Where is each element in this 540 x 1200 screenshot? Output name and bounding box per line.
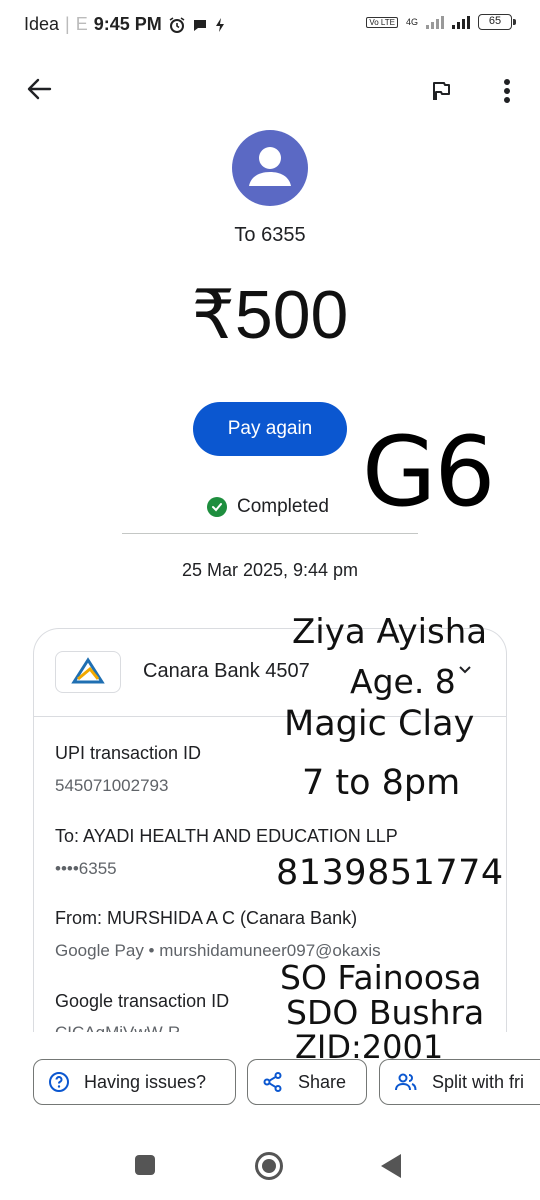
lightning-icon (215, 17, 224, 32)
volte-badge: Vo LTE (366, 16, 398, 28)
canara-bank-logo-icon (71, 657, 105, 684)
carrier-label: Idea (24, 14, 60, 34)
group-icon (395, 1073, 417, 1091)
upi-id-value[interactable]: 545071002793 (55, 776, 168, 796)
home-dot-icon (262, 1159, 276, 1173)
handwritten-phone: 8139851774 (276, 853, 504, 893)
help-circle-icon (49, 1072, 69, 1092)
more-vert-icon (504, 79, 510, 103)
signal-1-icon (426, 15, 444, 29)
pay-again-button[interactable]: Pay again (193, 402, 347, 456)
share-icon (263, 1072, 282, 1092)
transaction-datetime: 25 Mar 2025, 9:44 pm (181, 560, 359, 580)
payment-status: Completed (207, 496, 329, 518)
google-txn-label: Google transaction ID (55, 991, 230, 1011)
system-back-button[interactable] (381, 1154, 401, 1178)
handwritten-age: Age. 8 (350, 662, 456, 701)
status-divider (122, 533, 418, 534)
upi-id-label: UPI transaction ID (55, 743, 202, 763)
to-account-value: ••••6355 (55, 859, 117, 878)
recipient-label: To 6355 (234, 224, 306, 246)
flag-icon (433, 82, 450, 100)
alarm-icon (169, 16, 185, 33)
share-label: Share (298, 1071, 347, 1092)
arrow-left-icon (27, 78, 52, 100)
carrier-separator: | (65, 14, 70, 34)
google-txn-value[interactable]: CICAgMiVwW-R (55, 1022, 180, 1032)
more-options-button[interactable] (490, 74, 524, 108)
split-with-friends-button[interactable]: Split with fri (379, 1059, 540, 1105)
handwritten-sdo: SDO Bushra (286, 993, 485, 1032)
back-button[interactable] (22, 72, 56, 106)
carrier-extra: E (75, 14, 88, 34)
bank-account-name: Canara Bank 4507 (143, 660, 310, 682)
handwritten-name: Ziya Ayisha (292, 612, 488, 652)
having-issues-label: Having issues? (84, 1071, 207, 1092)
handwritten-code: G6 (362, 416, 495, 528)
split-label: Split with fri (432, 1071, 525, 1092)
check-circle-icon (207, 497, 227, 517)
status-bar-right: Vo LTE 4G 65 (366, 14, 516, 30)
status-text: Completed (237, 496, 329, 517)
home-button[interactable] (255, 1152, 283, 1180)
battery-icon: 65 (478, 14, 516, 30)
status-bar-left: Idea | E 9:45 PM (24, 14, 226, 35)
person-icon (249, 147, 291, 186)
chevron-down-icon (459, 666, 471, 674)
network-type: 4G (405, 16, 418, 27)
report-button[interactable] (424, 74, 458, 108)
chat-bubble-icon (193, 19, 206, 31)
expand-card-button[interactable] (456, 660, 474, 683)
having-issues-button[interactable]: Having issues? (33, 1059, 236, 1105)
recents-button[interactable] (135, 1155, 155, 1175)
clock: 9:45 PM (93, 14, 162, 34)
handwritten-time: 7 to 8pm (302, 763, 461, 803)
recipient-avatar (232, 130, 308, 206)
signal-2-icon (452, 15, 470, 29)
share-button[interactable]: Share (247, 1059, 367, 1105)
battery-level: 65 (488, 15, 502, 27)
handwritten-so: SO Fainoosa (280, 958, 482, 997)
handwritten-activity: Magic Clay (284, 704, 475, 744)
bank-logo (55, 651, 121, 693)
from-account-label: From: MURSHIDA A C (Canara Bank) (55, 908, 358, 928)
to-account-label: To: AYADI HEALTH AND EDUCATION LLP (55, 826, 398, 846)
amount: ₹500 (191, 277, 349, 353)
